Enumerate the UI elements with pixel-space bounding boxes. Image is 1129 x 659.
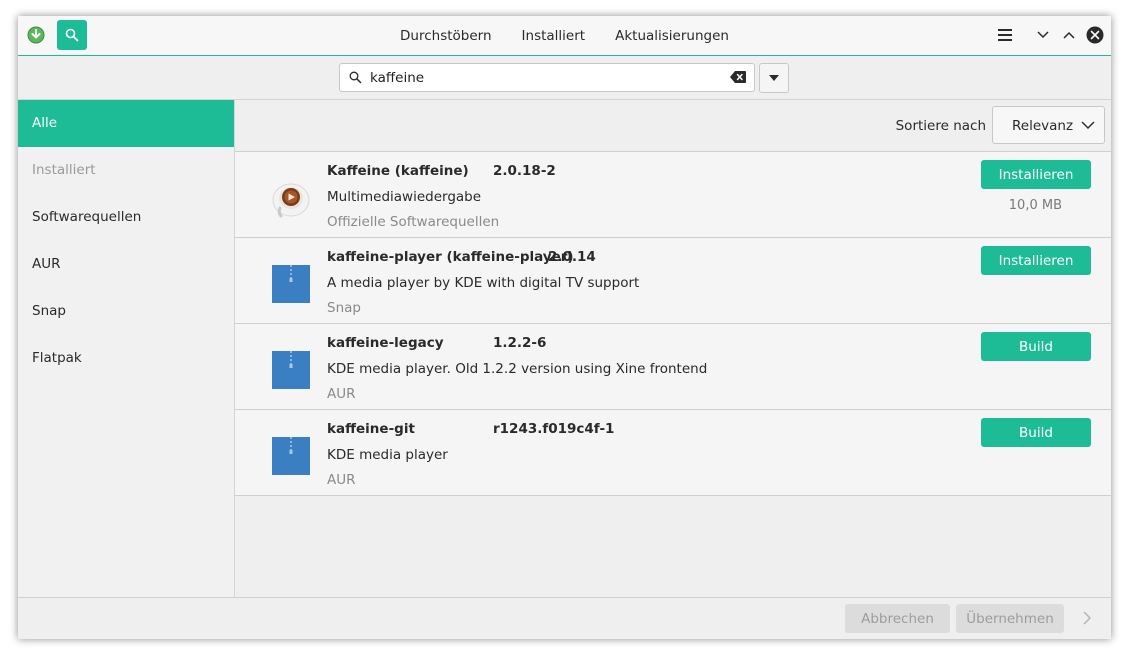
sidebar-item-snap[interactable]: Snap	[18, 288, 234, 335]
apply-button[interactable]: Übernehmen	[956, 604, 1064, 633]
chevron-down-icon	[1081, 121, 1095, 129]
install-button[interactable]: Installieren	[981, 160, 1091, 189]
package-row[interactable]: Kaffeine (kaffeine) 2.0.18-2 Multimediaw…	[235, 152, 1111, 238]
sidebar-item-installed[interactable]: Installiert	[18, 147, 234, 194]
search-bar: kaffeine	[18, 56, 1111, 100]
maximize-button[interactable]	[1059, 25, 1079, 45]
search-input-value: kaffeine	[370, 70, 425, 86]
update-status-button[interactable]	[21, 20, 51, 50]
main-navigation: Durchstöbern Installiert Aktualisierunge…	[18, 16, 1111, 55]
build-button[interactable]: Build	[981, 418, 1091, 447]
package-name: kaffeine-player (kaffeine-player)	[327, 249, 574, 265]
transaction-bar: Abbrechen Übernehmen	[18, 597, 1111, 639]
package-repository: Snap	[327, 300, 361, 316]
search-icon	[65, 28, 79, 42]
package-name: Kaffeine (kaffeine)	[327, 163, 469, 179]
package-repository: Offizielle Softwarequellen	[327, 214, 500, 230]
build-button[interactable]: Build	[981, 332, 1091, 361]
package-icon	[272, 437, 310, 475]
cancel-button[interactable]: Abbrechen	[845, 604, 950, 633]
tab-updates[interactable]: Aktualisierungen	[615, 28, 729, 44]
package-repository: AUR	[327, 386, 356, 402]
package-version: 2.0.18-2	[493, 163, 556, 179]
sidebar: Alle Installiert Softwarequellen AUR Sna…	[18, 100, 235, 597]
package-description: KDE media player. Old 1.2.2 version usin…	[327, 361, 708, 377]
close-icon	[1086, 26, 1104, 44]
package-row[interactable]: kaffeine-player (kaffeine-player) 2.0.14…	[235, 238, 1111, 324]
clear-text-icon[interactable]	[730, 71, 746, 83]
close-button[interactable]	[1085, 25, 1105, 45]
sort-dropdown-value: Relevanz	[1012, 118, 1074, 134]
chevron-down-icon	[1037, 31, 1049, 39]
package-row[interactable]: kaffeine-legacy 1.2.2-6 KDE media player…	[235, 324, 1111, 410]
minimize-button[interactable]	[1033, 25, 1053, 45]
package-version: 2.0.14	[548, 249, 596, 265]
search-toggle-button[interactable]	[57, 20, 87, 50]
download-icon	[27, 26, 45, 44]
package-repository: AUR	[327, 472, 356, 488]
chevron-up-icon	[1063, 31, 1075, 39]
sidebar-item-flatpak[interactable]: Flatpak	[18, 335, 234, 382]
tab-browse[interactable]: Durchstöbern	[400, 28, 492, 44]
package-name: kaffeine-git	[327, 421, 415, 437]
package-icon	[272, 265, 310, 303]
search-icon	[349, 71, 362, 84]
package-name: kaffeine-legacy	[327, 335, 444, 351]
sidebar-item-aur[interactable]: AUR	[18, 241, 234, 288]
package-version: r1243.f019c4f-1	[493, 421, 615, 437]
kaffeine-app-icon	[272, 183, 310, 218]
search-options-dropdown[interactable]	[759, 63, 789, 93]
sort-bar: Sortiere nach Relevanz	[235, 100, 1111, 152]
sort-dropdown[interactable]: Relevanz	[992, 106, 1105, 144]
pamac-window: Durchstöbern Installiert Aktualisierunge…	[18, 16, 1111, 639]
chevron-right-icon[interactable]	[1082, 610, 1092, 626]
package-icon	[272, 351, 310, 389]
package-size: 10,0 MB	[1008, 198, 1062, 213]
package-description: A media player by KDE with digital TV su…	[327, 275, 640, 291]
caret-down-icon	[769, 75, 779, 81]
package-description: Multimediawiedergabe	[327, 189, 482, 205]
hamburger-menu-button[interactable]	[995, 25, 1015, 45]
install-button[interactable]: Installieren	[981, 246, 1091, 275]
header-bar: Durchstöbern Installiert Aktualisierunge…	[18, 16, 1111, 56]
sidebar-item-repositories[interactable]: Softwarequellen	[18, 194, 234, 241]
menu-icon	[998, 29, 1012, 41]
package-list-area: Sortiere nach Relevanz Kaffeine (kaffein…	[235, 100, 1111, 597]
package-version: 1.2.2-6	[493, 335, 547, 351]
tab-installed[interactable]: Installiert	[522, 28, 586, 44]
package-description: KDE media player	[327, 447, 448, 463]
sidebar-item-all[interactable]: Alle	[18, 100, 234, 147]
package-row[interactable]: kaffeine-git r1243.f019c4f-1 KDE media p…	[235, 410, 1111, 496]
sort-label: Sortiere nach	[895, 118, 986, 134]
search-input[interactable]: kaffeine	[339, 63, 755, 92]
